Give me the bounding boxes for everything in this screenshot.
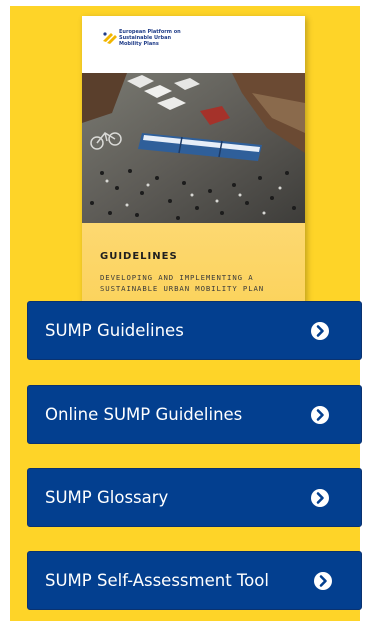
chevron-right-circle-icon	[311, 322, 329, 340]
online-sump-guidelines-button[interactable]: Online SUMP Guidelines	[27, 385, 362, 444]
button-label: SUMP Self-Assessment Tool	[45, 571, 269, 590]
sump-guidelines-button[interactable]: SUMP Guidelines	[27, 301, 362, 360]
button-label: SUMP Glossary	[45, 488, 169, 507]
chevron-right-circle-icon	[311, 406, 329, 424]
cover-title: GUIDELINES	[100, 251, 178, 262]
cover-footer: GUIDELINES DEVELOPING AND IMPLEMENTING A…	[82, 223, 305, 304]
cover-header: European Platform on Sustainable Urban M…	[82, 16, 305, 73]
button-label: SUMP Guidelines	[45, 321, 184, 340]
chevron-right-circle-icon	[311, 489, 329, 507]
button-label: Online SUMP Guidelines	[45, 405, 243, 424]
city-square-photo	[82, 73, 305, 223]
sump-glossary-button[interactable]: SUMP Glossary	[27, 468, 362, 527]
chevron-right-circle-icon	[314, 572, 332, 590]
eu-platform-logo-icon	[103, 32, 117, 44]
cover-logo-text: European Platform on Sustainable Urban M…	[119, 29, 181, 47]
sidebar-panel: European Platform on Sustainable Urban M…	[10, 6, 362, 621]
guidelines-cover-image[interactable]: European Platform on Sustainable Urban M…	[82, 16, 305, 304]
sump-self-assessment-tool-button[interactable]: SUMP Self-Assessment Tool	[27, 551, 362, 610]
cover-subtitle: DEVELOPING AND IMPLEMENTING A SUSTAINABL…	[100, 273, 265, 293]
